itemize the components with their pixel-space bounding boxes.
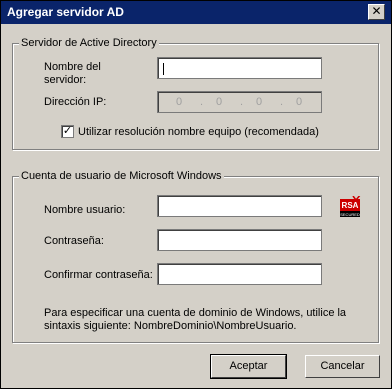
accept-button[interactable]: Aceptar [210, 354, 287, 379]
ad-server-legend: Servidor de Active Directory [19, 37, 159, 49]
use-resolution-label[interactable]: Utilizar resolución nombre equipo (recom… [78, 126, 319, 139]
checkmark-icon: ✓ [62, 125, 73, 137]
rsa-secured-icon: RSA SECURED [340, 196, 361, 217]
windows-account-legend: Cuenta de usuario de Microsoft Windows [19, 170, 224, 182]
cancel-button[interactable]: Cancelar [305, 355, 380, 378]
ip-address-label: Dirección IP: [44, 96, 107, 108]
confirm-password-input[interactable] [157, 263, 322, 285]
add-ad-server-dialog: Agregar servidor AD ✕ Servidor de Active… [0, 0, 392, 389]
password-label: Contraseña: [44, 235, 104, 247]
title-bar[interactable]: Agregar servidor AD ✕ [1, 1, 391, 24]
ip-address-input[interactable]: 0 . 0 . 0 . 0 [157, 91, 322, 113]
text-caret [163, 63, 164, 75]
server-name-input[interactable] [157, 57, 322, 79]
confirm-password-label: Confirmar contraseña: [44, 269, 153, 281]
ip-octet-1: 0 [176, 96, 183, 108]
ip-octet-2: 0 [216, 96, 223, 108]
rsa-text: RSA [342, 201, 359, 210]
domain-syntax-help: Para especificar una cuenta de dominio d… [44, 307, 347, 332]
close-button[interactable]: ✕ [368, 4, 385, 20]
username-label: Nombre usuario: [44, 204, 126, 216]
ip-separator-3: . [280, 96, 284, 108]
ip-octet-4: 0 [296, 96, 303, 108]
ip-separator-1: . [200, 96, 204, 108]
server-name-label: Nombre del servidor: [44, 61, 101, 86]
close-icon: ✕ [371, 4, 382, 18]
dialog-title: Agregar servidor AD [7, 5, 124, 19]
ip-octet-3: 0 [256, 96, 263, 108]
password-input[interactable] [157, 229, 322, 251]
ip-separator-2: . [240, 96, 244, 108]
rsa-subtext: SECURED [340, 212, 360, 217]
username-input[interactable] [157, 195, 322, 217]
use-resolution-checkbox[interactable]: ✓ [61, 125, 74, 138]
